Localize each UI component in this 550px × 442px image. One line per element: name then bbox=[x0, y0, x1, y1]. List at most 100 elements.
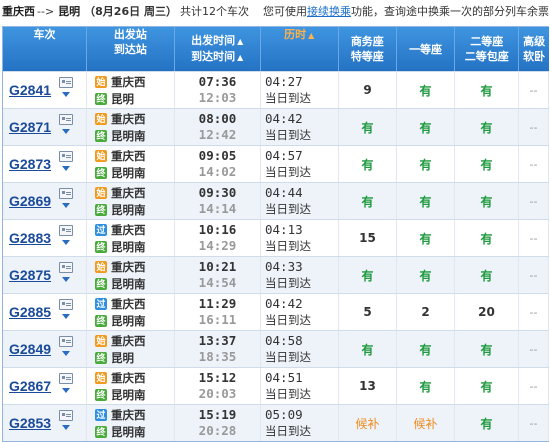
business-seat-cell[interactable]: 9 bbox=[339, 72, 397, 108]
chevron-down-icon[interactable] bbox=[62, 129, 70, 134]
departure-time: 13:37 bbox=[198, 333, 237, 348]
train-number-link[interactable]: G2875 bbox=[9, 267, 51, 283]
deluxe-sleeper-cell: -- bbox=[519, 331, 549, 367]
first-class-cell[interactable]: 2 bbox=[397, 294, 455, 330]
train-number-link[interactable]: G2883 bbox=[9, 230, 51, 246]
first-class-cell[interactable]: 有 bbox=[397, 220, 455, 256]
train-number-link[interactable]: G2871 bbox=[9, 119, 51, 135]
train-number-link[interactable]: G2849 bbox=[9, 341, 51, 357]
deluxe-sleeper-cell: -- bbox=[519, 109, 549, 145]
first-class-cell[interactable]: 有 bbox=[397, 72, 455, 108]
second-class-availability: 有 bbox=[480, 379, 493, 394]
search-summary-bar: 重庆西 --> 昆明 （8月26日 周三） 共计12个车次 您可使用接续换乘功能… bbox=[0, 0, 550, 22]
id-card-icon[interactable] bbox=[59, 77, 73, 88]
table-row: G2883 过 重庆西 终 昆明南 10:16 14:29 04:13 当日到达… bbox=[3, 219, 549, 256]
header-train[interactable]: 车次 bbox=[3, 27, 87, 71]
arrival-time: 18:35 bbox=[198, 349, 237, 364]
chevron-down-icon[interactable] bbox=[62, 388, 70, 393]
id-card-icon[interactable] bbox=[59, 225, 73, 236]
train-number-link[interactable]: G2853 bbox=[9, 415, 51, 431]
duration-cell: 04:33 当日到达 bbox=[261, 257, 339, 293]
first-class-cell[interactable]: 有 bbox=[397, 109, 455, 145]
second-class-cell[interactable]: 20 bbox=[455, 294, 519, 330]
chevron-down-icon[interactable] bbox=[62, 425, 70, 430]
train-number-link[interactable]: G2873 bbox=[9, 156, 51, 172]
second-class-cell[interactable]: 有 bbox=[455, 146, 519, 182]
train-number-link[interactable]: G2867 bbox=[9, 378, 51, 394]
departure-time: 07:36 bbox=[198, 74, 237, 89]
deluxe-sleeper-availability: -- bbox=[529, 268, 538, 282]
arrival-day: 当日到达 bbox=[265, 239, 311, 253]
station-cell: 始 重庆西 终 昆明南 bbox=[87, 368, 175, 404]
chevron-down-icon[interactable] bbox=[62, 314, 70, 319]
duration: 04:27 bbox=[265, 74, 303, 89]
second-class-availability: 20 bbox=[478, 305, 495, 319]
second-class-cell[interactable]: 有 bbox=[455, 368, 519, 404]
deluxe-sleeper-cell: -- bbox=[519, 257, 549, 293]
header-duration[interactable]: 历时 ▲ bbox=[261, 27, 339, 71]
business-seat-cell[interactable]: 候补 bbox=[339, 405, 397, 441]
chevron-down-icon[interactable] bbox=[62, 92, 70, 97]
chevron-down-icon[interactable] bbox=[62, 240, 70, 245]
origin-badge: 始 bbox=[95, 112, 107, 125]
first-class-cell[interactable]: 有 bbox=[397, 368, 455, 404]
transfer-link[interactable]: 接续换乘 bbox=[307, 5, 351, 18]
business-seat-cell[interactable]: 有 bbox=[339, 183, 397, 219]
chevron-down-icon[interactable] bbox=[62, 203, 70, 208]
train-number-link[interactable]: G2869 bbox=[9, 193, 51, 209]
header-time[interactable]: 出发时间 ▲ 到达时间 ▲ bbox=[175, 27, 261, 71]
chevron-down-icon[interactable] bbox=[62, 166, 70, 171]
chevron-down-icon[interactable] bbox=[62, 351, 70, 356]
second-class-cell[interactable]: 有 bbox=[455, 220, 519, 256]
header-first-label: 一等座 bbox=[409, 42, 443, 56]
id-card-icon[interactable] bbox=[59, 262, 73, 273]
header-station[interactable]: 出发站 到达站 bbox=[87, 27, 175, 71]
business-seat-cell[interactable]: 有 bbox=[339, 257, 397, 293]
station-cell: 始 重庆西 终 昆明南 bbox=[87, 109, 175, 145]
station-cell: 过 重庆西 终 昆明南 bbox=[87, 220, 175, 256]
id-card-icon[interactable] bbox=[59, 188, 73, 199]
id-card-icon[interactable] bbox=[59, 114, 73, 125]
second-class-availability: 有 bbox=[480, 342, 493, 357]
second-class-cell[interactable]: 有 bbox=[455, 331, 519, 367]
table-row: G2873 始 重庆西 终 昆明南 09:05 14:02 04:57 当日到达… bbox=[3, 145, 549, 182]
train-number-link[interactable]: G2885 bbox=[9, 304, 51, 320]
business-seat-cell[interactable]: 有 bbox=[339, 109, 397, 145]
chevron-down-icon[interactable] bbox=[62, 277, 70, 282]
second-class-cell[interactable]: 有 bbox=[455, 257, 519, 293]
business-seat-availability: 13 bbox=[359, 379, 376, 393]
train-number-link[interactable]: G2841 bbox=[9, 82, 51, 98]
first-class-cell[interactable]: 有 bbox=[397, 257, 455, 293]
business-seat-cell[interactable]: 5 bbox=[339, 294, 397, 330]
second-class-cell[interactable]: 有 bbox=[455, 72, 519, 108]
first-class-cell[interactable]: 有 bbox=[397, 331, 455, 367]
business-seat-availability: 有 bbox=[361, 120, 374, 135]
table-row: G2875 始 重庆西 终 昆明南 10:21 14:54 04:33 当日到达… bbox=[3, 256, 549, 293]
terminal-badge: 终 bbox=[95, 166, 107, 179]
id-card-icon[interactable] bbox=[59, 336, 73, 347]
second-class-cell[interactable]: 有 bbox=[455, 183, 519, 219]
id-card-icon[interactable] bbox=[59, 373, 73, 384]
business-seat-cell[interactable]: 13 bbox=[339, 368, 397, 404]
second-class-cell[interactable]: 有 bbox=[455, 109, 519, 145]
arrival-day: 当日到达 bbox=[265, 313, 311, 327]
business-seat-cell[interactable]: 有 bbox=[339, 331, 397, 367]
business-seat-cell[interactable]: 有 bbox=[339, 146, 397, 182]
arrival-time: 20:03 bbox=[198, 386, 237, 401]
departure-station: 重庆西 bbox=[111, 370, 146, 385]
time-cell: 15:19 20:28 bbox=[175, 405, 261, 441]
business-seat-cell[interactable]: 15 bbox=[339, 220, 397, 256]
id-card-icon[interactable] bbox=[59, 410, 73, 421]
second-class-cell[interactable]: 有 bbox=[455, 405, 519, 441]
first-class-cell[interactable]: 有 bbox=[397, 146, 455, 182]
id-card-icon[interactable] bbox=[59, 299, 73, 310]
arrival-station: 昆明南 bbox=[111, 202, 146, 217]
first-class-cell[interactable]: 候补 bbox=[397, 405, 455, 441]
id-card-icon[interactable] bbox=[59, 151, 73, 162]
first-class-cell[interactable]: 有 bbox=[397, 183, 455, 219]
time-cell: 09:05 14:02 bbox=[175, 146, 261, 182]
departure-time: 11:29 bbox=[198, 296, 237, 311]
header-premium-label: 特等座 bbox=[350, 50, 384, 63]
transfer-notice: 您可使用接续换乘功能，查询途中换乘一次的部分列车余票 bbox=[263, 3, 549, 19]
origin-badge: 始 bbox=[95, 334, 107, 347]
